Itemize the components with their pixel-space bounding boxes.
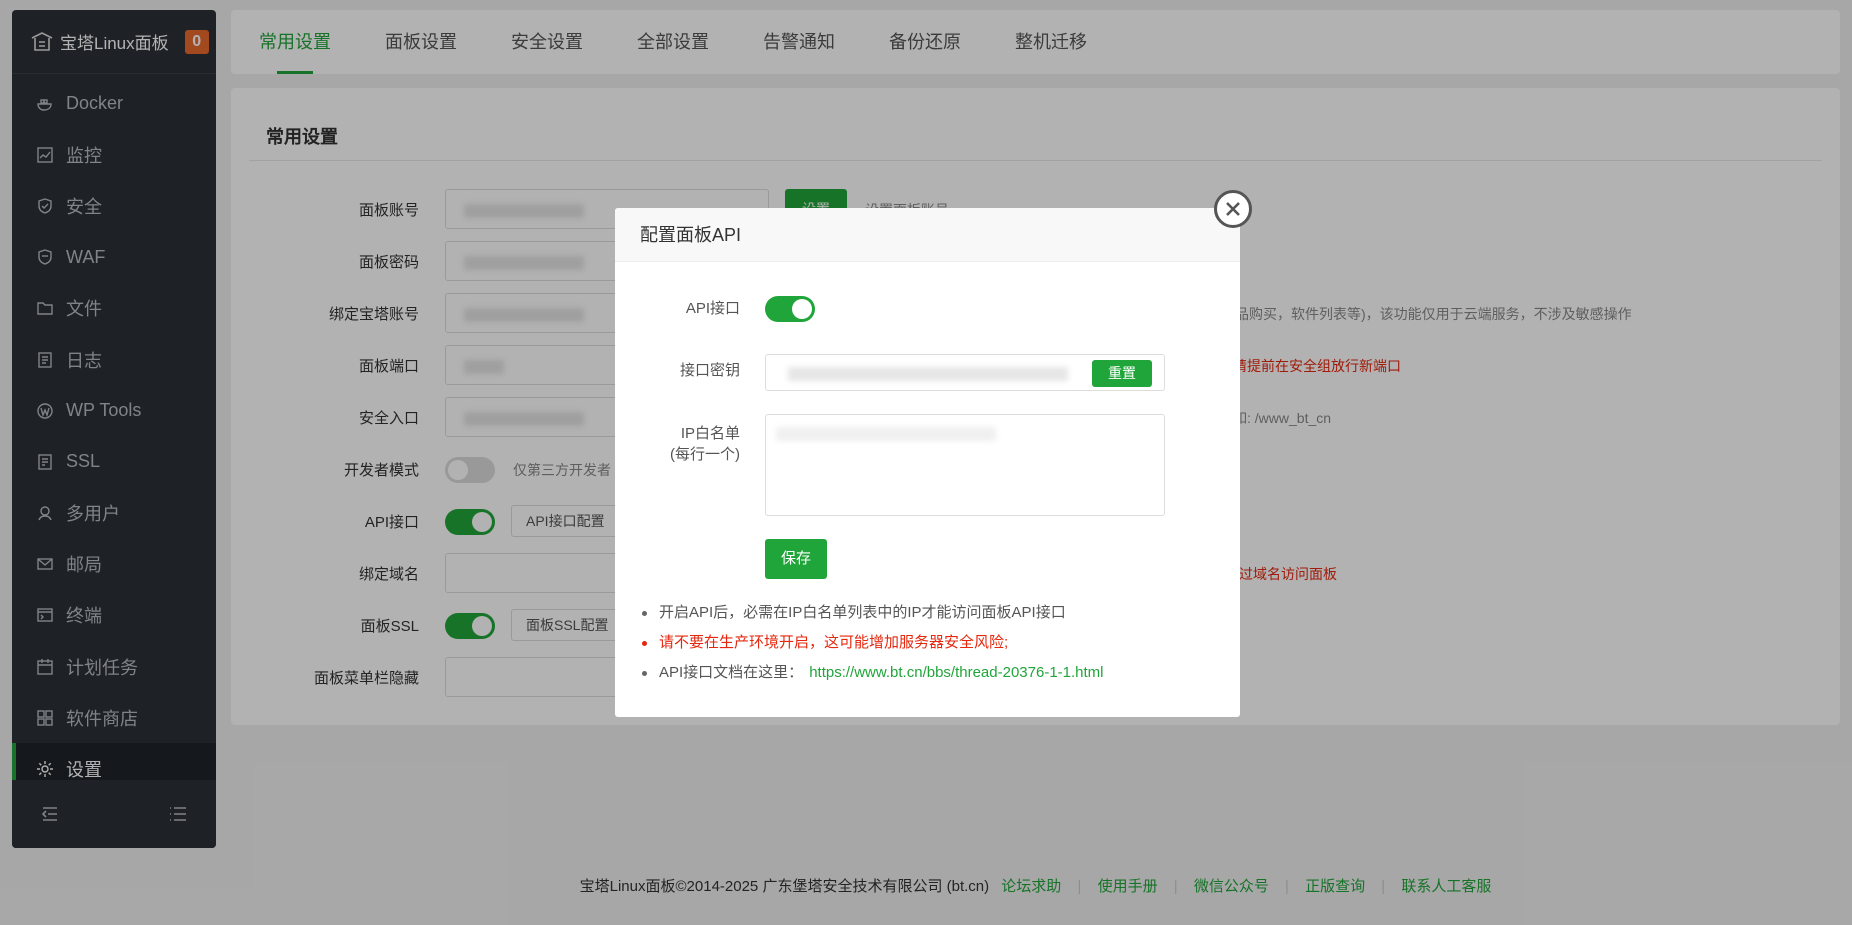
blurred-value <box>788 367 1068 381</box>
api-notes: 开启API后，必需在IP白名单列表中的IP才能访问面板API接口 请不要在生产环… <box>639 598 1104 688</box>
ip-whitelist-label: IP白名单 (每行一个) <box>670 423 740 465</box>
api-config-dialog: 配置面板API API接口 接口密钥 重置 IP白名单 (每行一个) 保存 开启… <box>615 208 1240 717</box>
close-button[interactable] <box>1214 190 1252 228</box>
toggle-knob <box>792 299 812 319</box>
api-switch-label: API接口 <box>686 298 740 319</box>
api-key-label: 接口密钥 <box>680 360 740 381</box>
note-item: 开启API后，必需在IP白名单列表中的IP才能访问面板API接口 <box>639 598 1104 628</box>
doc-note-text: API接口文档在这里： <box>659 664 803 681</box>
save-button[interactable]: 保存 <box>765 539 827 579</box>
ip-whitelist-label-line1: IP白名单 <box>670 423 740 444</box>
ip-whitelist-textarea[interactable] <box>765 414 1165 516</box>
note-item-doc: API接口文档在这里： https://www.bt.cn/bbs/thread-… <box>639 658 1104 688</box>
api-key-field[interactable]: 重置 <box>765 354 1165 391</box>
reset-key-button[interactable]: 重置 <box>1092 360 1152 387</box>
ip-whitelist-label-line2: (每行一个) <box>670 444 740 465</box>
api-enable-toggle[interactable] <box>765 296 815 322</box>
note-item-warning: 请不要在生产环境开启，这可能增加服务器安全风险; <box>639 628 1104 658</box>
api-doc-link[interactable]: https://www.bt.cn/bbs/thread-20376-1-1.h… <box>809 664 1103 681</box>
dialog-title: 配置面板API <box>615 208 1240 262</box>
blurred-value <box>776 427 996 441</box>
close-icon <box>1223 199 1243 219</box>
